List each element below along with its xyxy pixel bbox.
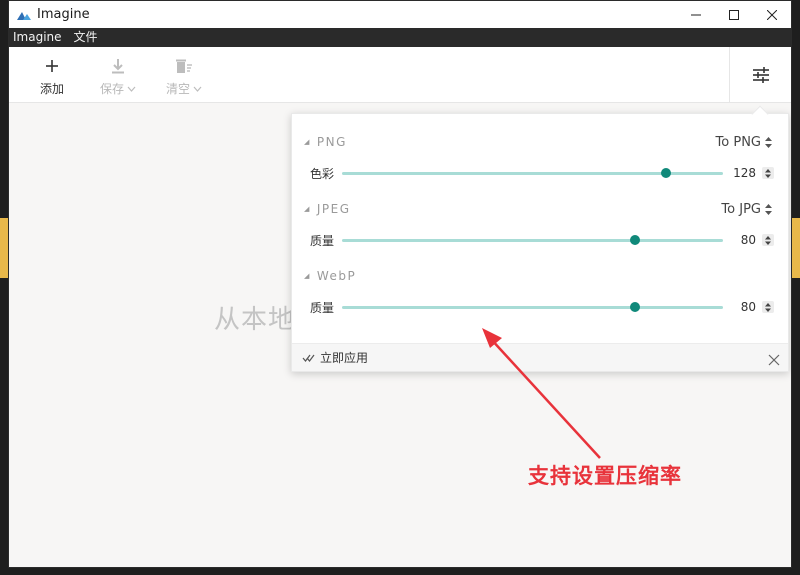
png-target-select[interactable]: To PNG <box>716 135 772 150</box>
webp-quality-slider[interactable] <box>342 300 723 314</box>
section-jpeg-title: JPEG <box>316 202 351 216</box>
webp-row-label: 质量 <box>310 300 335 315</box>
slider-thumb[interactable] <box>630 302 641 312</box>
png-color-row: 色彩 128 <box>310 163 774 183</box>
jpeg-target-label: To JPG <box>721 202 761 217</box>
slider-track <box>342 239 723 242</box>
section-png-header[interactable]: ◢ PNG <box>304 135 347 149</box>
drop-area[interactable]: 从本地 ◢ PNG To PNG 色彩 128 ◢ JPEG To JPG 质量… <box>9 103 791 567</box>
chevron-down-icon <box>127 86 136 92</box>
apply-now-button[interactable]: 立即应用 <box>302 349 368 366</box>
background-strip-left <box>0 218 8 278</box>
slider-track <box>342 306 723 309</box>
collapse-triangle-icon: ◢ <box>304 138 311 146</box>
save-label: 保存 <box>99 82 124 96</box>
double-check-icon <box>302 354 315 362</box>
clear-label: 清空 <box>165 82 190 96</box>
chevron-down-icon <box>193 86 202 92</box>
jpeg-quality-stepper[interactable]: 80 <box>741 233 774 247</box>
close-panel-button[interactable] <box>768 351 780 370</box>
png-row-label: 色彩 <box>310 166 335 181</box>
maximize-icon <box>729 9 739 20</box>
close-window-button[interactable] <box>753 1 791 28</box>
png-value: 128 <box>733 166 756 180</box>
annotation-text: 支持设置压缩率 <box>528 464 682 488</box>
slider-thumb[interactable] <box>630 235 641 245</box>
apply-now-label: 立即应用 <box>320 351 369 365</box>
compression-settings-panel: ◢ PNG To PNG 色彩 128 ◢ JPEG To JPG 质量 80 … <box>291 105 789 372</box>
close-icon <box>767 9 777 20</box>
slider-thumb[interactable] <box>660 168 671 178</box>
png-target-label: To PNG <box>715 135 761 150</box>
jpeg-quality-slider[interactable] <box>342 233 723 247</box>
download-icon <box>110 57 126 75</box>
section-png-title: PNG <box>316 135 347 149</box>
webp-quality-stepper[interactable]: 80 <box>741 300 774 314</box>
clear-button[interactable]: 清空 <box>151 47 217 103</box>
png-color-stepper[interactable]: 128 <box>733 166 774 180</box>
title-bar: Imagine <box>9 1 791 28</box>
window-controls <box>677 1 791 28</box>
add-button[interactable]: 添加 <box>19 47 85 103</box>
panel-notch <box>751 105 769 123</box>
minimize-button[interactable] <box>677 1 715 28</box>
webp-quality-row: 质量 80 <box>310 297 774 317</box>
png-color-slider[interactable] <box>342 166 723 180</box>
collapse-triangle-icon: ◢ <box>304 205 311 213</box>
section-webp-header[interactable]: ◢ WebP <box>304 269 356 283</box>
panel-footer: 立即应用 <box>292 343 788 371</box>
updown-icon <box>765 137 772 148</box>
webp-value: 80 <box>740 300 756 314</box>
section-jpeg-header[interactable]: ◢ JPEG <box>304 202 351 216</box>
stepper-arrows-icon[interactable] <box>762 301 774 313</box>
background-strip-right <box>792 218 800 278</box>
plus-icon <box>45 57 59 75</box>
stepper-arrows-icon[interactable] <box>762 167 774 179</box>
menu-imagine[interactable]: Imagine <box>13 28 62 47</box>
jpeg-quality-row: 质量 80 <box>310 230 774 250</box>
menu-bar: Imagine 文件 <box>9 28 791 47</box>
close-icon <box>768 354 780 366</box>
add-label: 添加 <box>39 82 64 96</box>
jpeg-target-select[interactable]: To JPG <box>721 202 772 217</box>
sliders-icon <box>752 67 769 83</box>
jpeg-value: 80 <box>740 233 756 247</box>
updown-icon <box>765 204 772 215</box>
section-webp-title: WebP <box>316 269 357 283</box>
drop-hint-text: 从本地 <box>214 305 296 335</box>
save-button[interactable]: 保存 <box>85 47 151 103</box>
toolbar: 添加 保存 清空 <box>9 47 791 103</box>
maximize-button[interactable] <box>715 1 753 28</box>
window-title: Imagine <box>37 7 90 22</box>
jpeg-row-label: 质量 <box>310 233 335 248</box>
minimize-icon <box>691 14 701 15</box>
stepper-arrows-icon[interactable] <box>762 234 774 246</box>
compression-settings-button[interactable] <box>729 47 791 103</box>
menu-file[interactable]: 文件 <box>74 28 98 47</box>
app-logo-icon <box>17 11 31 20</box>
collapse-triangle-icon: ◢ <box>304 272 311 280</box>
clear-list-icon <box>175 57 193 75</box>
